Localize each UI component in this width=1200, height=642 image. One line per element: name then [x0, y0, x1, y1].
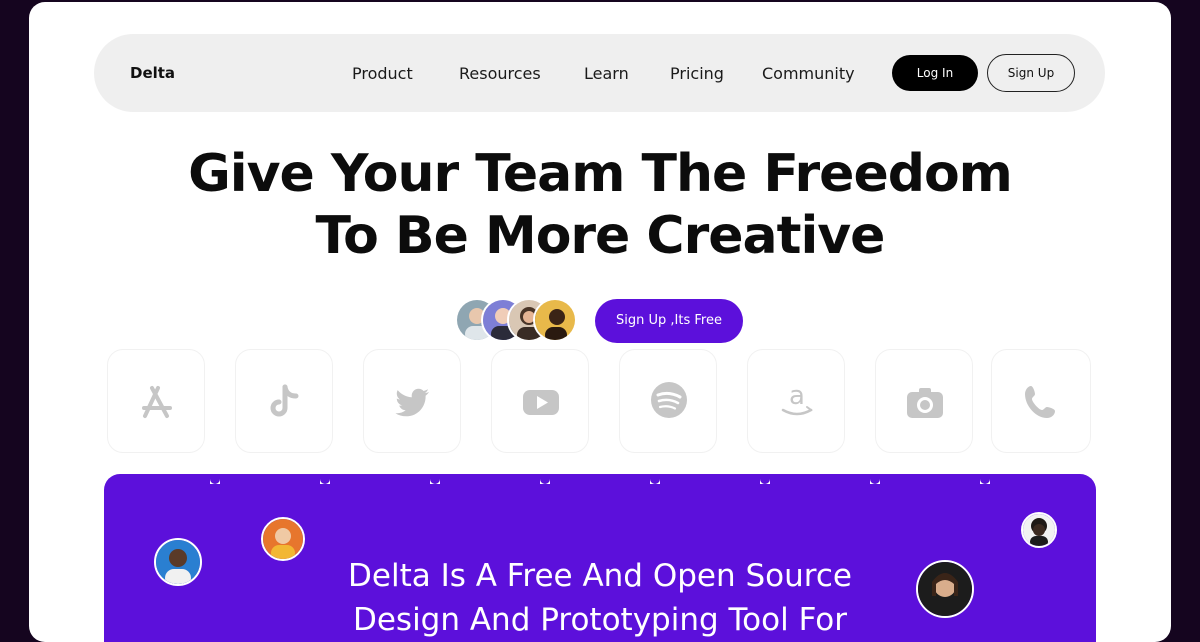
app-store-icon	[142, 386, 172, 418]
login-button[interactable]: Log In	[892, 55, 978, 91]
hero-title-line2: To Be More Creative	[315, 206, 886, 266]
signup-free-button[interactable]: Sign Up ,Its Free	[595, 299, 743, 343]
panel-notch	[540, 474, 550, 484]
nav-link-community[interactable]: Community	[762, 64, 855, 83]
panel-notch	[430, 474, 440, 484]
svg-text:a: a	[789, 382, 805, 411]
avatar	[1021, 512, 1057, 548]
nav-link-pricing[interactable]: Pricing	[670, 64, 724, 83]
nav-link-product[interactable]: Product	[352, 64, 413, 83]
app-tile-twitter[interactable]	[363, 349, 461, 453]
app-tile-app-store[interactable]	[107, 349, 205, 453]
panel-text-line2: Design And Prototyping Tool For	[352, 602, 848, 638]
tiktok-icon	[270, 384, 299, 417]
page-frame: Delta Product Resources Learn Pricing Co…	[29, 2, 1171, 642]
camera-icon	[907, 388, 943, 418]
app-tile-youtube[interactable]	[491, 349, 589, 453]
avatar	[533, 298, 577, 342]
hero-title-line1: Give Your Team The Freedom	[188, 144, 1013, 204]
amazon-icon: a	[781, 382, 813, 416]
panel-notch	[760, 474, 770, 484]
app-tile-amazon[interactable]: a	[747, 349, 845, 453]
phone-icon	[1025, 386, 1055, 418]
app-tile-spotify[interactable]	[619, 349, 717, 453]
app-tile-camera[interactable]	[875, 349, 973, 453]
app-tile-phone[interactable]	[991, 349, 1091, 453]
nav-link-learn[interactable]: Learn	[584, 64, 629, 83]
panel-text-line1: Delta Is A Free And Open Source	[348, 558, 852, 594]
nav-link-resources[interactable]: Resources	[459, 64, 541, 83]
panel-notch	[320, 474, 330, 484]
user-avatar-group	[455, 298, 579, 344]
spotify-icon	[651, 382, 687, 418]
signup-button[interactable]: Sign Up	[987, 54, 1075, 92]
youtube-icon	[523, 390, 559, 415]
panel-notch	[210, 474, 220, 484]
brand-logo[interactable]: Delta	[130, 64, 175, 82]
panel-notch	[980, 474, 990, 484]
feature-panel: Delta Is A Free And Open Source Design A…	[104, 474, 1096, 642]
twitter-icon	[395, 388, 429, 417]
top-navbar: Delta Product Resources Learn Pricing Co…	[94, 34, 1105, 112]
panel-notch	[870, 474, 880, 484]
panel-notch	[650, 474, 660, 484]
app-tile-tiktok[interactable]	[235, 349, 333, 453]
